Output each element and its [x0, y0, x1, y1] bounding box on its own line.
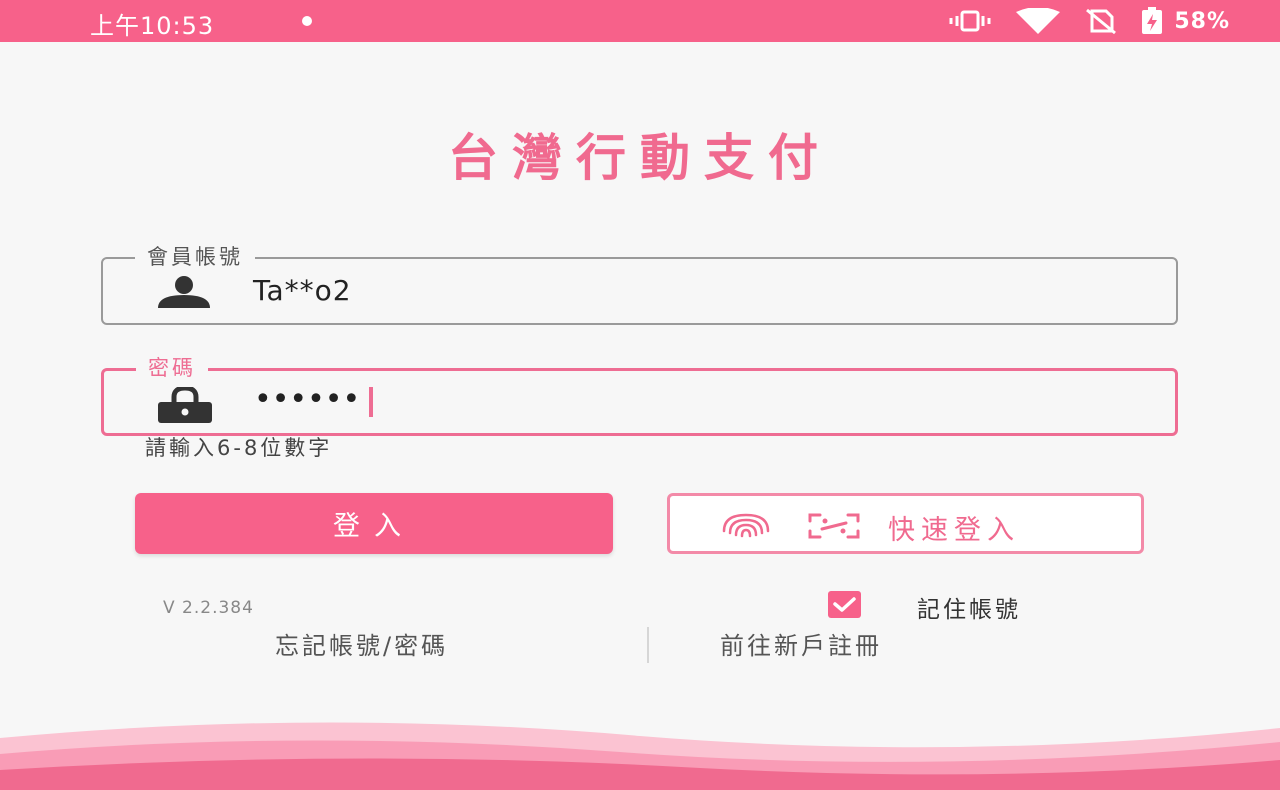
person-icon: [155, 275, 213, 311]
status-icons: 58%: [948, 6, 1230, 36]
no-sim-icon: [1084, 8, 1118, 34]
battery-charging-icon: [1140, 7, 1164, 35]
account-field-label: 會員帳號: [135, 242, 255, 272]
checkmark-icon: [833, 597, 856, 612]
register-new-account-link[interactable]: 前往新戶註冊: [720, 626, 882, 661]
face-id-icon: [808, 513, 860, 546]
password-field[interactable]: 密碼 ••••••: [101, 353, 1178, 436]
fingerprint-icon: [718, 511, 774, 546]
text-cursor: [369, 387, 373, 417]
status-bar: 上午10:53 58%: [0, 0, 1280, 42]
version-text: V 2.2.384: [163, 598, 254, 618]
remember-account-checkbox[interactable]: [828, 591, 861, 618]
app-title: 台灣行動支付: [448, 129, 832, 187]
password-helper-text: 請輸入6-8位數字: [145, 436, 333, 460]
remember-account-label[interactable]: 記住帳號: [917, 590, 1021, 624]
notification-dot-icon: [302, 16, 312, 26]
password-input-value: ••••••: [254, 382, 361, 417]
account-input-value: Ta**o2: [253, 274, 352, 307]
lock-icon: [156, 385, 214, 423]
forgot-account-password-link[interactable]: 忘記帳號/密碼: [275, 626, 448, 661]
link-divider: [647, 627, 649, 663]
account-field[interactable]: 會員帳號 Ta**o2: [101, 242, 1178, 325]
quick-login-label: 快速登入: [888, 515, 1020, 545]
vibrate-icon: [948, 9, 992, 33]
status-time: 上午10:53: [90, 12, 215, 40]
battery-percent: 58%: [1174, 8, 1230, 34]
login-button[interactable]: 登入: [135, 493, 613, 554]
decorative-wave: [0, 722, 1280, 790]
quick-login-button[interactable]: 快速登入: [667, 493, 1144, 554]
password-field-label: 密碼: [136, 353, 208, 383]
wifi-icon: [1014, 8, 1062, 34]
